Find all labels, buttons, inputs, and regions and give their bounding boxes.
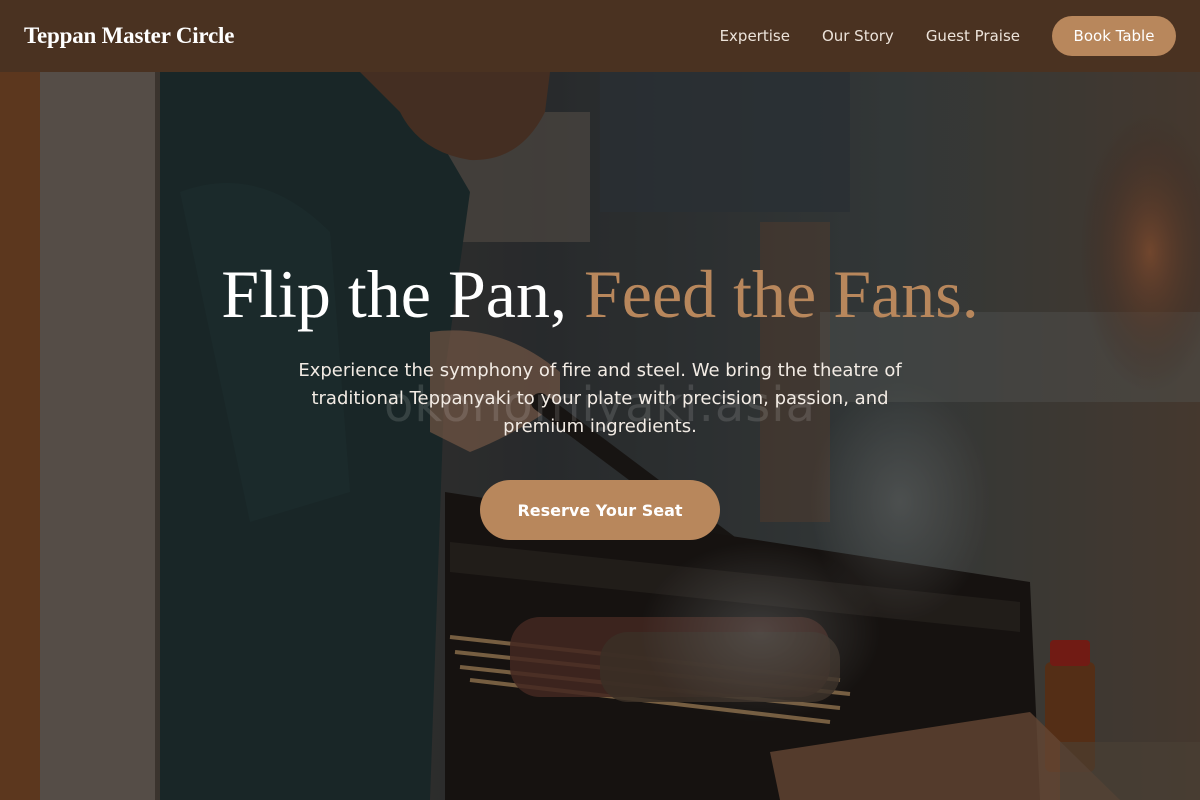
brand-logo[interactable]: Teppan Master Circle bbox=[24, 23, 234, 49]
main-nav: Expertise Our Story Guest Praise Book Ta… bbox=[688, 16, 1176, 56]
nav-link-guest-praise[interactable]: Guest Praise bbox=[926, 27, 1020, 45]
headline-main: Flip the Pan, bbox=[221, 256, 584, 332]
reserve-seat-button[interactable]: Reserve Your Seat bbox=[480, 480, 720, 540]
book-table-button[interactable]: Book Table bbox=[1052, 16, 1176, 56]
headline-accent: Feed the Fans. bbox=[583, 256, 979, 332]
nav-link-expertise[interactable]: Expertise bbox=[720, 27, 790, 45]
hero-content: Flip the Pan, Feed the Fans. okonomiyaki… bbox=[0, 72, 1200, 800]
hero-section: Flip the Pan, Feed the Fans. okonomiyaki… bbox=[0, 72, 1200, 800]
hero-headline: Flip the Pan, Feed the Fans. bbox=[0, 254, 1200, 334]
site-header: Teppan Master Circle Expertise Our Story… bbox=[0, 0, 1200, 72]
hero-description: Experience the symphony of fire and stee… bbox=[298, 360, 902, 437]
nav-link-our-story[interactable]: Our Story bbox=[822, 27, 894, 45]
